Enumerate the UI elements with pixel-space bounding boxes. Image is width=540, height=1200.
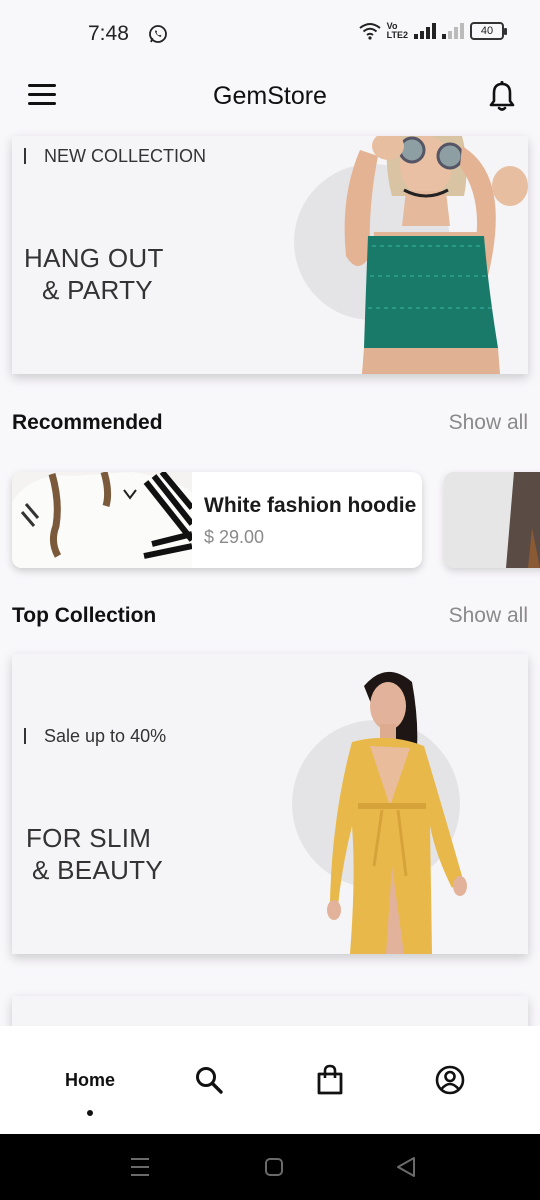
recommended-title: Recommended	[12, 411, 163, 434]
shopping-bag-icon[interactable]	[315, 1064, 345, 1096]
bottom-navigation: Home	[0, 1026, 540, 1134]
product-thumbnail	[444, 472, 540, 568]
signal-icon	[414, 23, 436, 39]
back-icon[interactable]	[396, 1156, 416, 1178]
collection-tagline: Sale up to 40%	[24, 726, 166, 747]
recommended-show-all-link[interactable]: Show all	[449, 411, 528, 435]
signal-weak-icon	[442, 23, 464, 39]
app-bar: GemStore	[0, 62, 540, 136]
status-bar: 7:48 Vo LTE2 40	[0, 0, 540, 62]
collection-headline: FOR SLIM & BEAUTY	[26, 823, 163, 885]
hero-model-image	[344, 136, 528, 374]
collection-model-image	[327, 671, 467, 954]
system-navigation-bar	[0, 1134, 540, 1200]
wifi-icon	[359, 23, 381, 40]
battery-indicator: 40	[470, 22, 507, 40]
volte-indicator: Vo LTE2	[386, 21, 408, 40]
screen: 7:48 Vo LTE2 40 GemStore NEW COLLECTION …	[0, 0, 540, 1200]
status-time: 7:48	[88, 22, 129, 45]
status-indicators: Vo LTE2 40	[359, 21, 507, 40]
hero-tagline: NEW COLLECTION	[24, 146, 206, 167]
home-button-icon[interactable]	[264, 1156, 284, 1178]
product-thumbnail	[12, 472, 192, 568]
profile-icon[interactable]	[435, 1064, 465, 1096]
product-price: $ 29.00	[204, 527, 265, 547]
active-tab-indicator	[87, 1110, 93, 1116]
product-name: White fashion hoodie	[204, 494, 417, 517]
search-icon[interactable]	[194, 1064, 224, 1096]
bell-icon[interactable]	[488, 80, 516, 112]
collection-banner[interactable]: Sale up to 40% FOR SLIM & BEAUTY	[12, 654, 528, 954]
hero-headline: HANG OUT & PARTY	[24, 243, 164, 305]
app-title: GemStore	[213, 82, 327, 110]
top-collection-title: Top Collection	[12, 604, 157, 627]
hero-banner[interactable]: NEW COLLECTION HANG OUT & PARTY	[12, 136, 528, 374]
product-card-next[interactable]	[444, 472, 540, 568]
product-card[interactable]: White fashion hoodie $ 29.00	[12, 472, 422, 568]
whatsapp-icon	[149, 25, 167, 43]
recent-apps-icon[interactable]	[130, 1156, 150, 1178]
nav-home-tab[interactable]: Home	[52, 1070, 128, 1091]
top-collection-show-all-link[interactable]: Show all	[449, 604, 528, 628]
